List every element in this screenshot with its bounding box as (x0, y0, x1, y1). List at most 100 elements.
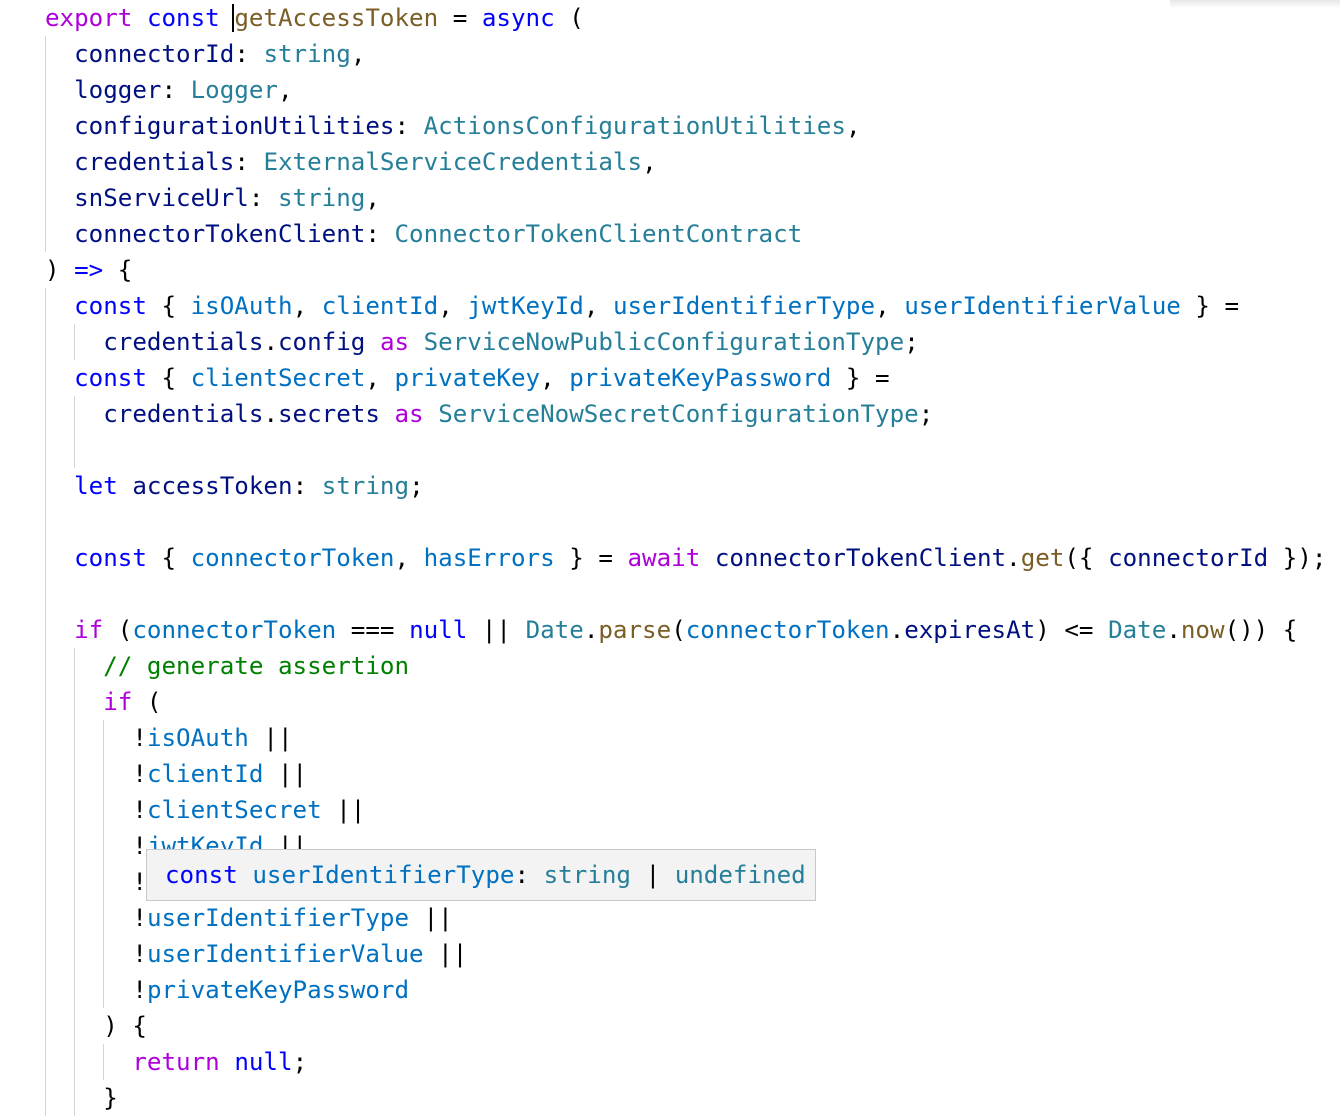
code-line[interactable]: const { connectorToken, hasErrors } = aw… (45, 540, 1326, 576)
code-token: privateKeyPassword (146, 976, 410, 1004)
code-line[interactable]: logger: Logger, (45, 72, 293, 108)
code-line[interactable]: connectorId: string, (45, 36, 365, 72)
code-token: null (409, 616, 468, 644)
code-token: connectorId (74, 40, 235, 68)
code-editor[interactable]: export const getAccessToken = async ( co… (0, 0, 1340, 1116)
code-token: userIdentifierValue (146, 940, 424, 968)
code-token: ! (45, 796, 147, 824)
code-token: : (234, 40, 264, 68)
code-token: ServiceNowSecretConfigurationType (438, 400, 919, 428)
code-line[interactable]: export const getAccessToken = async ( (45, 0, 584, 36)
code-token: accessToken (132, 472, 293, 500)
code-token: connectorToken (685, 616, 890, 644)
code-token: ( (554, 4, 584, 32)
code-line[interactable]: let accessToken: string; (45, 468, 424, 504)
code-token: } = (554, 544, 628, 572)
code-token: jwtKeyId (467, 292, 584, 320)
code-line[interactable]: const { isOAuth, clientId, jwtKeyId, use… (45, 288, 1239, 324)
code-token: isOAuth (190, 292, 293, 320)
code-line[interactable]: !clientSecret || (45, 792, 365, 828)
code-token: : (161, 76, 191, 104)
code-token: privateKeyPassword (569, 364, 832, 392)
code-token: secrets (278, 400, 380, 428)
code-line[interactable]: if ( (45, 684, 161, 720)
code-token: } (45, 1084, 118, 1112)
code-token: . (263, 328, 278, 356)
code-token: hasErrors (423, 544, 555, 572)
code-line[interactable]: !isOAuth || (45, 720, 292, 756)
code-line[interactable]: const { clientSecret, privateKey, privat… (45, 360, 890, 396)
code-token: { (146, 292, 191, 320)
code-token: export (45, 4, 133, 32)
code-token: ) { (45, 1012, 147, 1040)
code-line[interactable]: snServiceUrl: string, (45, 180, 380, 216)
code-token: ! (45, 976, 147, 1004)
code-token: : (292, 472, 322, 500)
code-line[interactable]: !clientId || (45, 756, 307, 792)
code-token: , (292, 292, 322, 320)
code-token: connectorToken (190, 544, 395, 572)
code-token: isOAuth (146, 724, 249, 752)
code-token: return (132, 1048, 220, 1076)
top-shadow (1170, 0, 1340, 8)
code-token: , (365, 184, 380, 212)
code-line[interactable]: ) { (45, 1008, 147, 1044)
code-line[interactable]: !userIdentifierType || (45, 900, 452, 936)
code-token: userIdentifierType (612, 292, 876, 320)
code-token: const (146, 4, 220, 32)
code-token: configurationUtilities (74, 112, 395, 140)
code-token: : (365, 220, 395, 248)
code-line[interactable]: connectorTokenClient: ConnectorTokenClie… (45, 216, 802, 252)
code-token: || (263, 760, 308, 788)
code-line[interactable]: credentials: ExternalServiceCredentials, (45, 144, 657, 180)
code-token: , (365, 364, 395, 392)
code-token: . (1006, 544, 1021, 572)
code-token: connectorTokenClient (714, 544, 1007, 572)
code-token: Logger (190, 76, 278, 104)
code-line[interactable]: // generate assertion (45, 648, 409, 684)
code-line[interactable]: credentials.secrets as ServiceNowSecretC… (45, 396, 933, 432)
code-token: || (467, 616, 526, 644)
code-token: { (146, 544, 191, 572)
code-token: ! (45, 940, 147, 968)
code-line[interactable]: if (connectorToken === null || Date.pars… (45, 612, 1297, 648)
code-line[interactable]: } (45, 1080, 118, 1116)
code-token: ; (918, 400, 934, 428)
code-line[interactable]: !userIdentifierValue || (45, 936, 467, 972)
code-line[interactable]: ) => { (45, 252, 132, 288)
code-token: === (336, 616, 410, 644)
code-token: . (889, 616, 905, 644)
code-token: { (146, 364, 191, 392)
code-token: ! (45, 904, 147, 932)
code-token: . (1166, 616, 1181, 644)
code-token: async (481, 4, 555, 32)
code-line[interactable]: !privateKeyPassword (45, 972, 409, 1008)
code-token: parse (598, 616, 672, 644)
code-token: clientSecret (146, 796, 322, 824)
code-token: , (583, 292, 613, 320)
code-token: expiresAt (904, 616, 1036, 644)
code-token: } = (1180, 292, 1240, 320)
code-token: ) (45, 256, 75, 284)
code-token: config (278, 328, 366, 356)
code-token: logger (74, 76, 162, 104)
code-line[interactable]: configurationUtilities: ActionsConfigura… (45, 108, 860, 144)
code-token: if (103, 688, 133, 716)
code-token: let (74, 472, 118, 500)
code-token: ! (45, 868, 147, 896)
code-token: connectorToken (132, 616, 337, 644)
code-token: ! (45, 832, 147, 860)
code-token: , (278, 76, 293, 104)
code-token: ExternalServiceCredentials (263, 148, 643, 176)
code-line[interactable]: return null; (45, 1044, 307, 1080)
code-line[interactable]: credentials.config as ServiceNowPublicCo… (45, 324, 919, 360)
